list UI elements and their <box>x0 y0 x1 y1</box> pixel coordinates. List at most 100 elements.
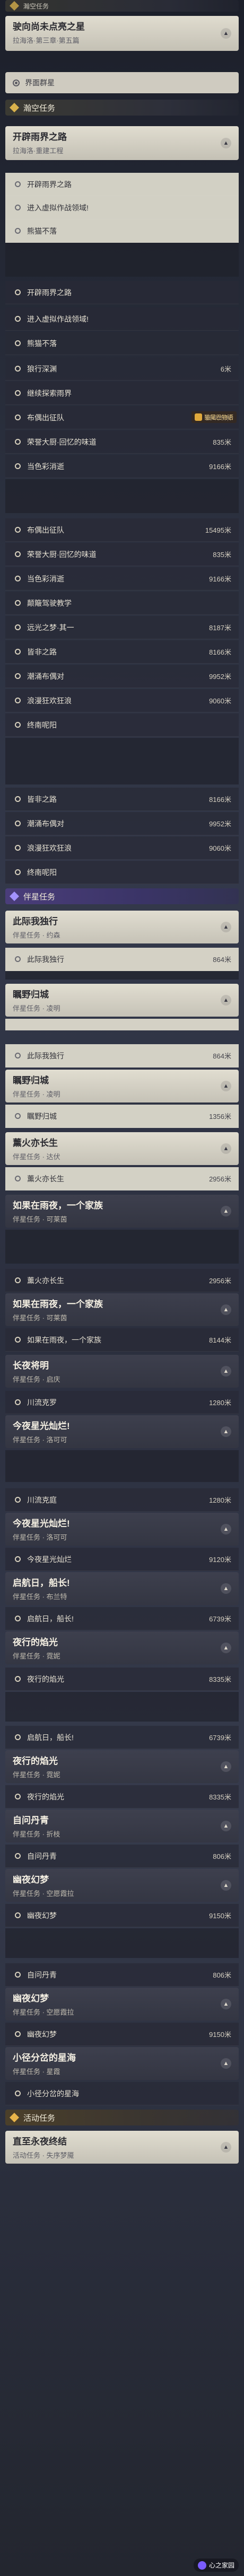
quest-step[interactable]: 荣誉大厨·回忆的味道 835米 <box>5 543 239 566</box>
step-distance: 9952米 <box>209 820 231 828</box>
collapse-chevron-icon[interactable]: ▲ <box>221 1524 231 1534</box>
quest-card[interactable]: 夜行的焰光 伴星任务 · 霓妮 ▲ <box>5 1631 239 1664</box>
collapse-chevron-icon[interactable]: ▲ <box>221 922 231 932</box>
section-header-side[interactable]: 伴星任务 <box>5 888 239 904</box>
quest-card[interactable]: 幽夜幻梦 伴星任务 · 空愿霞拉 ▲ <box>5 1988 239 2021</box>
quest-step[interactable]: 浪漫狂欢狂浪 9060米 <box>5 689 239 712</box>
section-header-main[interactable]: 瀚空任务 <box>5 100 239 116</box>
step-marker-icon <box>15 289 21 295</box>
quest-step[interactable]: 此际我独行 864米 <box>5 948 239 971</box>
quest-card[interactable]: 直至永夜终结 活动任务 · 失序梦魇 ▲ <box>5 2131 239 2164</box>
quest-step[interactable]: 薰火亦长生 2956米 <box>5 1269 239 1292</box>
quest-step[interactable]: 熊猫不落 <box>5 332 239 355</box>
quest-card[interactable]: 幽夜幻梦 伴星任务 · 空愿霞拉 ▲ <box>5 1869 239 1902</box>
quest-step[interactable]: 薰火亦长生 2956米 <box>5 1167 239 1190</box>
quest-card[interactable]: 启航日，船长! 伴星任务 · 布兰特 ▲ <box>5 1572 239 1605</box>
quest-step[interactable]: 狼行深渊 6米 <box>5 357 239 381</box>
collapse-chevron-icon[interactable]: ▲ <box>221 1426 231 1437</box>
quest-step[interactable]: 皆非之路 8166米 <box>5 640 239 664</box>
quest-step[interactable]: 如果在雨夜，一个家族 8144米 <box>5 1328 239 1352</box>
collapse-chevron-icon[interactable]: ▲ <box>221 138 231 148</box>
step-distance: 15495米 <box>205 526 231 534</box>
quest-step[interactable]: 颠簸驾驶教学 <box>5 592 239 615</box>
step-distance: 864米 <box>213 956 231 964</box>
quest-step[interactable]: 布偶出征队 15495米 <box>5 518 239 542</box>
quest-card[interactable]: 如果在雨夜，一个家族 伴星任务 · 可莱茵 ▲ <box>5 1195 239 1228</box>
quest-step[interactable]: 幽夜幻梦 9150米 <box>5 1904 239 1927</box>
collapse-chevron-icon[interactable]: ▲ <box>221 1643 231 1653</box>
tracking-toggle[interactable]: 界面群星 <box>5 72 239 93</box>
quest-card[interactable]: 开辟雨界之路 拉海洛·重建工程 ▲ <box>5 126 239 160</box>
quest-title: 驶向尚未点亮之星 <box>13 22 85 32</box>
collapse-chevron-icon[interactable]: ▲ <box>221 1999 231 2009</box>
quest-card[interactable]: 今夜星光灿烂! 伴星任务 · 洛可可 ▲ <box>5 1513 239 1546</box>
quest-card[interactable]: 驶向尚未点亮之星 拉海洛·第三章·第五篇 ▲ <box>5 16 239 51</box>
quest-step[interactable]: 继续探索雨界 <box>5 382 239 405</box>
quest-step[interactable]: 幽夜幻梦 9150米 <box>5 2023 239 2046</box>
quest-step[interactable]: 开辟雨界之路 <box>5 173 239 196</box>
collapse-chevron-icon[interactable]: ▲ <box>221 1206 231 1216</box>
quest-subtitle: 伴星任务 · 可莱茵 <box>13 1215 67 1223</box>
quest-step[interactable]: 瞩野归城 1356米 <box>5 1105 239 1128</box>
quest-step[interactable]: 终南呢阳 <box>5 861 239 884</box>
quest-step[interactable]: 夜行的焰光 8335米 <box>5 1785 239 1809</box>
quest-step[interactable]: 皆非之路 8166米 <box>5 788 239 811</box>
quest-step[interactable]: 进入虚拟作战领域! <box>5 196 239 219</box>
quest-step[interactable]: 此际我独行 864米 <box>5 1044 239 1068</box>
collapse-chevron-icon[interactable]: ▲ <box>221 1583 231 1594</box>
quest-step[interactable]: 自问丹青 806米 <box>5 1845 239 1868</box>
quest-card[interactable]: 如果在雨夜，一个家族 伴星任务 · 可莱茵 ▲ <box>5 1293 239 1326</box>
section-header-main[interactable]: 瀚空任务 <box>5 0 239 12</box>
quest-step[interactable]: 熊猫不落 <box>5 219 239 243</box>
collapse-chevron-icon[interactable]: ▲ <box>221 1880 231 1891</box>
quest-step[interactable]: 开辟雨界之路 <box>5 281 239 304</box>
quest-step[interactable]: 当色彩消逝 9166米 <box>5 455 239 478</box>
quest-step[interactable]: 进入虚拟作战领域! <box>5 307 239 331</box>
collapse-chevron-icon[interactable]: ▲ <box>221 2142 231 2152</box>
quest-step[interactable]: 今夜星光灿烂 9120米 <box>5 1548 239 1571</box>
quest-step[interactable]: 启航日，船长! 6739米 <box>5 1726 239 1749</box>
quest-step[interactable]: 夜行的焰光 8335米 <box>5 1668 239 1691</box>
quest-step[interactable]: 荣誉大厨·回忆的味道 835米 <box>5 430 239 454</box>
quest-step[interactable]: 川流克罗 1280米 <box>5 1391 239 1414</box>
collapse-chevron-icon[interactable]: ▲ <box>221 1761 231 1772</box>
collapse-chevron-icon[interactable]: ▲ <box>221 995 231 1005</box>
section-header-activity[interactable]: 活动任务 <box>5 2110 239 2125</box>
collapse-chevron-icon[interactable]: ▲ <box>221 1366 231 1377</box>
step-distance: 2956米 <box>209 1277 231 1285</box>
section-title: 瀚空任务 <box>23 103 56 113</box>
screenshot-gap <box>5 1928 239 1958</box>
quest-step[interactable]: 终南呢阳 <box>5 713 239 737</box>
quest-step[interactable]: 浪漫狂欢狂浪 9060米 <box>5 836 239 860</box>
quest-card[interactable]: 瞩野归城 伴星任务 · 凌明 ▲ <box>5 984 239 1017</box>
quest-card[interactable]: 瞩野归城 伴星任务 · 凌明 ▲ <box>5 1070 239 1102</box>
collapse-chevron-icon[interactable]: ▲ <box>221 28 231 39</box>
collapse-chevron-icon[interactable]: ▲ <box>221 1821 231 1831</box>
collapse-chevron-icon[interactable]: ▲ <box>221 1143 231 1154</box>
quest-step[interactable]: 潮涌布偶对 9952米 <box>5 812 239 835</box>
quest-step[interactable]: 启航日，船长! 6739米 <box>5 1607 239 1630</box>
quest-card[interactable]: 小径分岔的星海 伴星任务 · 星霞 ▲ <box>5 2047 239 2080</box>
quest-card[interactable]: 长夜将明 伴星任务 · 启庆 ▲ <box>5 1355 239 1388</box>
quest-step[interactable]: 川流克庭 1280米 <box>5 1488 239 1512</box>
logo-text: 猫尾巴物语 <box>204 414 233 421</box>
quest-card[interactable]: 夜行的焰光 伴星任务 · 霓妮 ▲ <box>5 1750 239 1783</box>
section-title: 活动任务 <box>23 2113 56 2123</box>
collapse-chevron-icon[interactable]: ▲ <box>221 2058 231 2069</box>
quest-card[interactable]: 薰火亦长生 伴星任务 · 达伏 ▲ <box>5 1132 239 1165</box>
collapse-chevron-icon[interactable]: ▲ <box>221 1081 231 1091</box>
quest-card[interactable]: 自问丹青 伴星任务 · 折枝 ▲ <box>5 1810 239 1842</box>
quest-step[interactable]: 自问丹青 806米 <box>5 1963 239 1987</box>
quest-step[interactable] <box>5 1019 239 1030</box>
quest-card[interactable]: 此际我独行 伴星任务 · 约森 ▲ <box>5 911 239 943</box>
quest-step[interactable]: 小径分岔的星海 <box>5 2082 239 2105</box>
step-distance: 1280米 <box>209 1399 231 1407</box>
step-name: 夜行的焰光 <box>27 1792 64 1801</box>
section-title: 瀚空任务 <box>23 2 49 10</box>
quest-step[interactable]: 远光之梦·其一 8187米 <box>5 616 239 639</box>
step-marker-icon <box>15 228 21 234</box>
collapse-chevron-icon[interactable]: ▲ <box>221 1304 231 1315</box>
quest-card[interactable]: 今夜星光灿烂! 伴星任务 · 洛可可 ▲ <box>5 1415 239 1448</box>
quest-step[interactable]: 当色彩消逝 9166米 <box>5 567 239 590</box>
quest-step[interactable]: 潮涌布偶对 9952米 <box>5 665 239 688</box>
